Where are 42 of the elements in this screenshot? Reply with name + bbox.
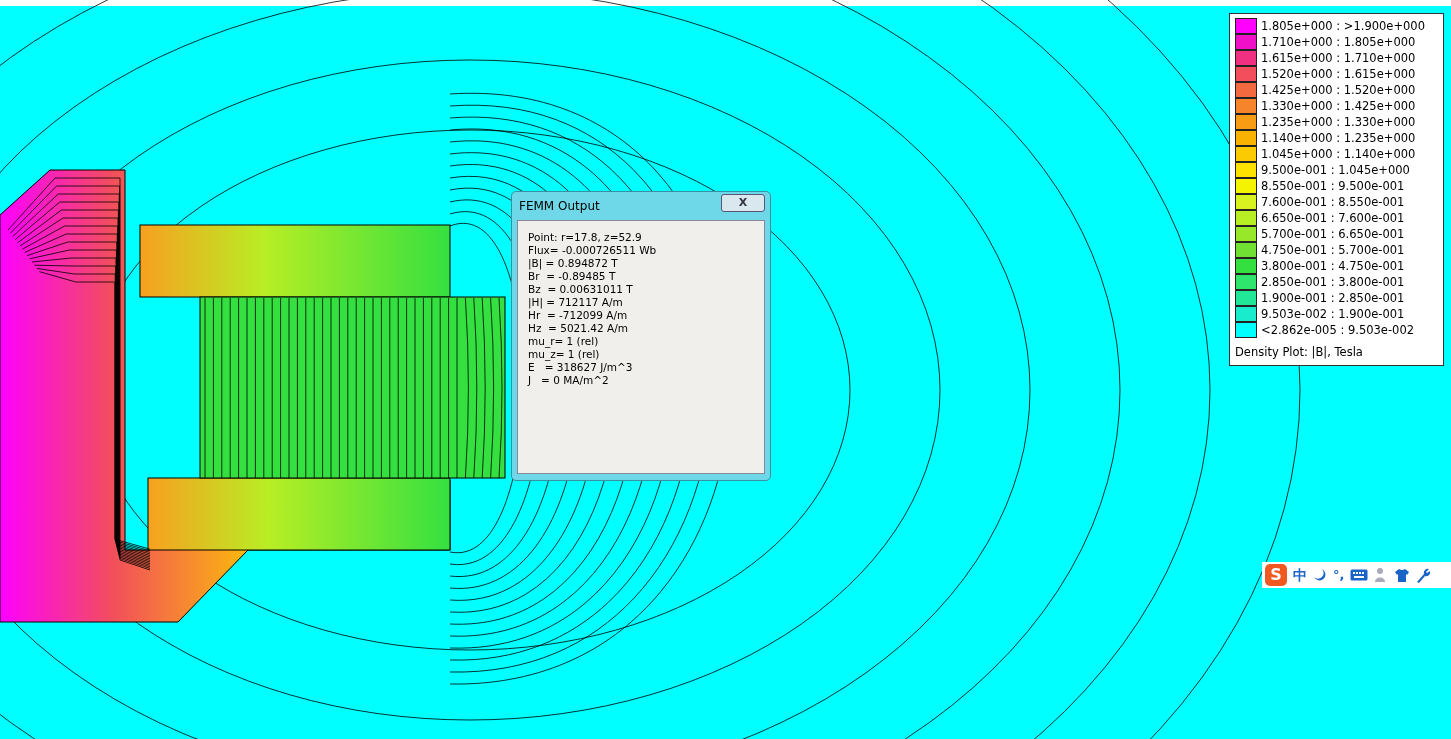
legend-range: <2.862e-005 : 9.503e-002 [1261, 322, 1414, 338]
output-line: E = 318627 J/m^3 [528, 361, 634, 374]
output-line: Point: r=17.8, z=52.9 [528, 231, 643, 244]
legend-range: 6.650e-001 : 7.600e-001 [1261, 210, 1405, 226]
legend-range: 9.500e-001 : 1.045e+000 [1261, 162, 1410, 178]
legend-range: 1.330e+000 : 1.425e+000 [1261, 98, 1416, 114]
legend-range: 1.045e+000 : 1.140e+000 [1261, 146, 1416, 162]
shirt-icon[interactable] [1394, 567, 1411, 583]
legend-title: Density Plot: |B|, Tesla [1235, 344, 1364, 361]
legend-range: 2.850e-001 : 3.800e-001 [1261, 274, 1405, 290]
output-line: J = 0 MA/m^2 [528, 374, 610, 387]
legend-range: 1.425e+000 : 1.520e+000 [1261, 82, 1416, 98]
legend-range: 1.900e-001 : 2.850e-001 [1261, 290, 1405, 306]
output-line: Hr = -712099 A/m [528, 309, 629, 322]
legend-range: 1.615e+000 : 1.710e+000 [1261, 50, 1416, 66]
input-mode-toggle[interactable]: 中 [1293, 564, 1307, 586]
ime-logo[interactable]: S [1265, 564, 1287, 586]
output-line: Br = -0.89485 T [528, 270, 617, 283]
legend-range: 9.503e-002 : 1.900e-001 [1261, 306, 1405, 322]
output-line: Hz = 5021.42 A/m [528, 322, 629, 335]
legend-range: 1.520e+000 : 1.615e+000 [1261, 66, 1416, 82]
output-line: mu_z= 1 (rel) [528, 348, 601, 361]
output-line: mu_r= 1 (rel) [528, 335, 600, 348]
legend-range: 7.600e-001 : 8.550e-001 [1261, 194, 1405, 210]
legend-range: 1.805e+000 : >1.900e+000 [1261, 18, 1425, 34]
legend-range: 8.550e-001 : 9.500e-001 [1261, 178, 1405, 194]
wrench-icon[interactable] [1416, 567, 1431, 583]
legend-range: 3.800e-001 : 4.750e-001 [1261, 258, 1405, 274]
legend-range: 1.710e+000 : 1.805e+000 [1261, 34, 1416, 50]
legend-range: 5.700e-001 : 6.650e-001 [1261, 226, 1405, 242]
output-line: Flux= -0.000726511 Wb [528, 244, 658, 257]
output-line: Bz = 0.00631011 T [528, 283, 634, 296]
legend-range: 1.235e+000 : 1.330e+000 [1261, 114, 1416, 130]
dialog-title: FEMM Output [519, 198, 600, 215]
legend-range: 4.750e-001 : 5.700e-001 [1261, 242, 1405, 258]
output-line: |H| = 712117 A/m [528, 296, 624, 309]
close-button[interactable]: X [721, 194, 765, 212]
moon-icon[interactable] [1313, 568, 1327, 582]
output-line: |B| = 0.894872 T [528, 257, 619, 270]
legend-range: 1.140e+000 : 1.235e+000 [1261, 130, 1416, 146]
keyboard-icon[interactable] [1350, 569, 1369, 581]
punctuation-toggle[interactable]: °, [1333, 565, 1345, 585]
